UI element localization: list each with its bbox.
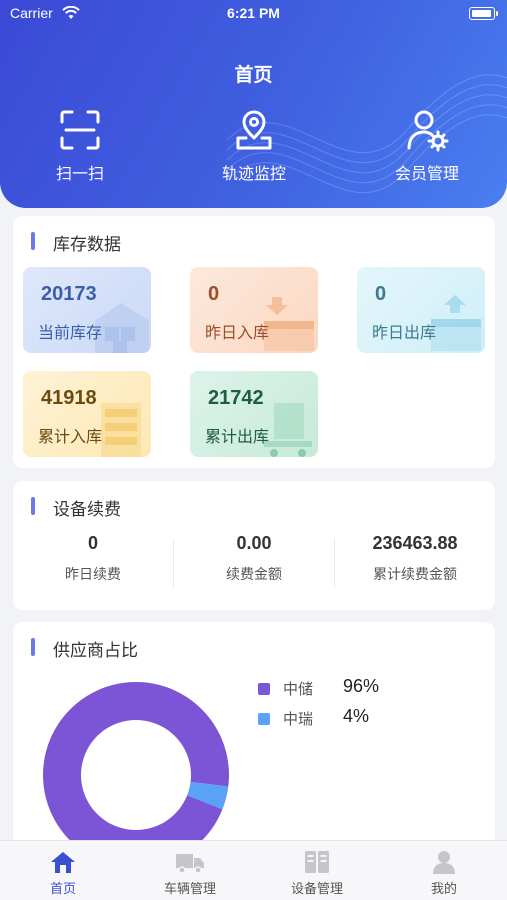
tab-profile[interactable]: 我的 xyxy=(381,841,507,900)
quick-action-label: 扫一扫 xyxy=(55,164,104,183)
tile-inbound-yesterday[interactable]: 0 昨日入库 xyxy=(190,267,318,353)
renewal-yesterday: 0 昨日续费 xyxy=(13,533,173,584)
tile-value: 41918 xyxy=(41,387,97,409)
tab-label: 设备管理 xyxy=(290,882,343,897)
tab-label: 首页 xyxy=(49,882,76,897)
tile-value: 21742 xyxy=(208,387,264,409)
tab-label: 车辆管理 xyxy=(163,882,216,897)
quick-action-track[interactable]: 轨迹监控 xyxy=(194,108,314,184)
tile-label: 昨日出库 xyxy=(372,323,437,342)
tile-total-inbound[interactable]: 41918 累计入库 xyxy=(23,371,151,457)
quick-action-label: 会员管理 xyxy=(394,164,459,183)
tile-value: 20173 xyxy=(41,283,97,305)
renewal-value: 0 xyxy=(87,533,98,553)
renewal-amount: 0.00 续费金额 xyxy=(174,533,334,584)
renewal-label: 累计续费金额 xyxy=(373,567,457,583)
renewal-value: 236463.88 xyxy=(372,533,458,553)
tile-outbound-yesterday[interactable]: 0 昨日出库 xyxy=(357,267,485,353)
page-title: 首页 xyxy=(234,64,273,86)
person-icon xyxy=(433,851,455,874)
renewal-value: 0.00 xyxy=(236,533,272,553)
tab-vehicles[interactable]: 车辆管理 xyxy=(127,841,253,900)
status-bar: Carrier 6:21 PM xyxy=(0,0,507,28)
renewal-label: 昨日续费 xyxy=(65,567,121,583)
tab-home[interactable]: 首页 xyxy=(0,841,126,900)
tab-bar: 首页 车辆管理 设备管理 我的 xyxy=(0,840,507,900)
supplier-card: 供应商占比 中储 96% 中瑞 4% xyxy=(13,622,495,868)
legend-percent: 96% xyxy=(343,676,380,696)
tile-value: 0 xyxy=(208,283,220,305)
truck-icon xyxy=(176,854,204,874)
renewal-title: 设备续费 xyxy=(31,495,121,520)
home-icon xyxy=(51,852,75,873)
location-pin-icon xyxy=(236,110,272,150)
device-icon xyxy=(305,851,329,873)
clock: 6:21 PM xyxy=(227,5,280,21)
header: Carrier 6:21 PM 首页 扫一扫 轨迹监控 会员管理 xyxy=(0,0,507,208)
quick-action-scan[interactable]: 扫一扫 xyxy=(20,108,140,184)
tile-value: 0 xyxy=(375,283,387,305)
inventory-title: 库存数据 xyxy=(31,230,121,255)
tab-label: 我的 xyxy=(430,882,457,897)
tile-label: 当前库存 xyxy=(38,323,103,342)
quick-action-members[interactable]: 会员管理 xyxy=(367,108,487,184)
user-settings-icon xyxy=(407,110,449,152)
battery-icon xyxy=(469,7,498,20)
renewal-total: 236463.88 累计续费金额 xyxy=(335,533,495,584)
legend-name: 中瑞 xyxy=(283,710,314,728)
tile-label: 累计入库 xyxy=(38,427,103,446)
tile-label: 累计出库 xyxy=(205,427,270,446)
quick-action-label: 轨迹监控 xyxy=(221,164,286,183)
tile-label: 昨日入库 xyxy=(205,323,270,342)
legend-swatch xyxy=(258,713,270,725)
scan-icon xyxy=(60,110,100,150)
supplier-title: 供应商占比 xyxy=(31,636,138,661)
inventory-card: 库存数据 20173 当前库存 0 昨日入库 0 昨日出库 41918 累计入库… xyxy=(13,216,495,468)
legend-name: 中储 xyxy=(283,680,314,698)
renewal-label: 续费金额 xyxy=(226,567,282,583)
tab-devices[interactable]: 设备管理 xyxy=(254,841,380,900)
legend-percent: 4% xyxy=(343,706,370,726)
tile-current-stock[interactable]: 20173 当前库存 xyxy=(23,267,151,353)
legend-swatch xyxy=(258,683,270,695)
tile-total-outbound[interactable]: 21742 累计出库 xyxy=(190,371,318,457)
renewal-card: 设备续费 0 昨日续费 0.00 续费金额 236463.88 累计续费金额 xyxy=(13,481,495,610)
